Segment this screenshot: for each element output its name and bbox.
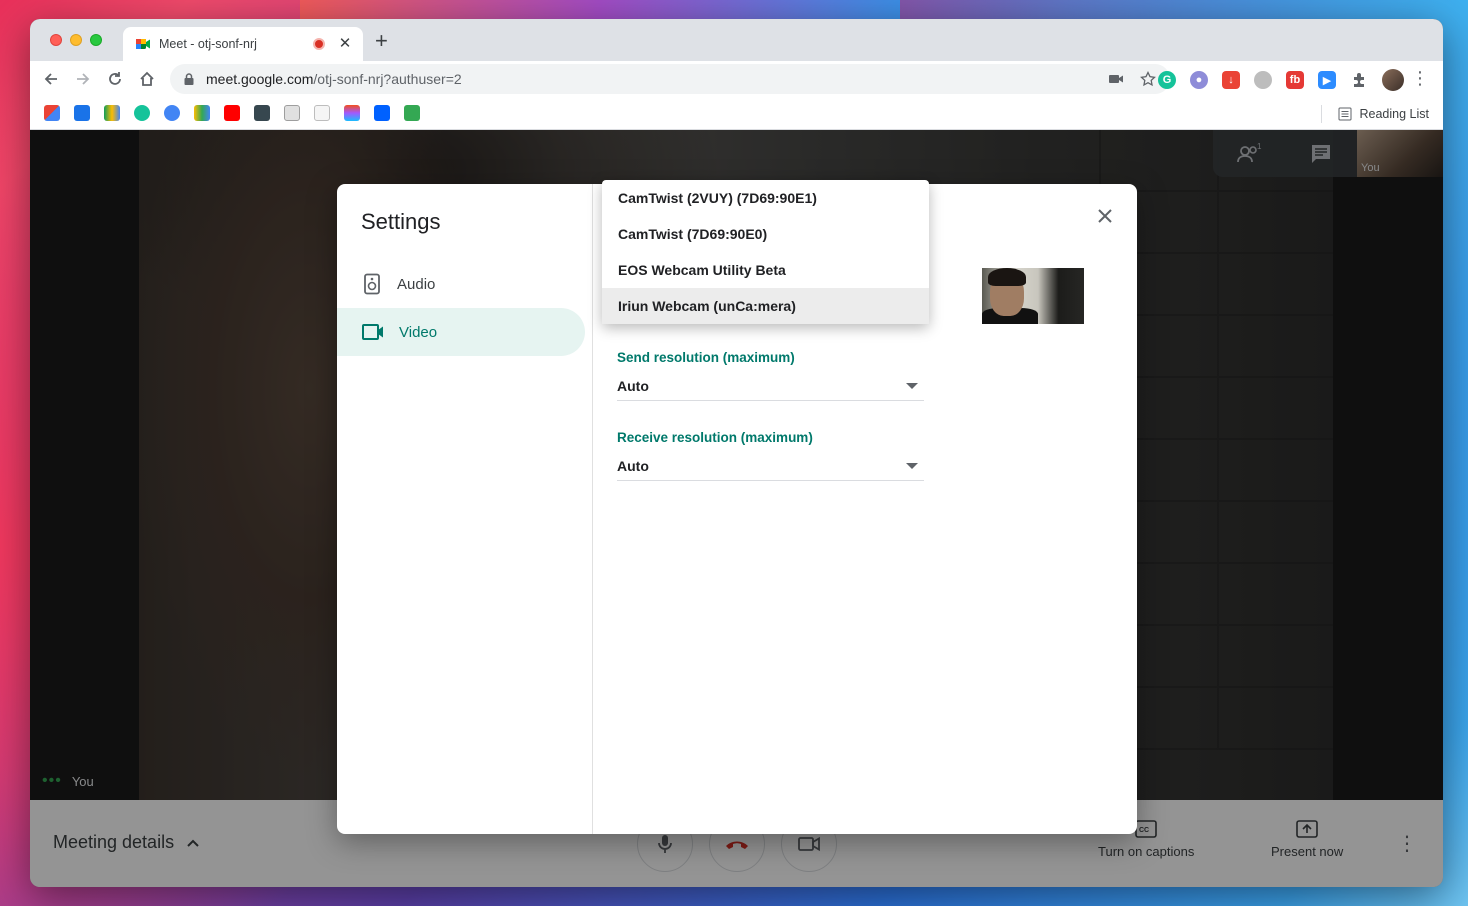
camera-option[interactable]: CamTwist (2VUY) (7D69:90E1) — [602, 180, 929, 216]
browser-window: Meet - otj-sonf-nrj ✕ + meet.google.com … — [30, 19, 1443, 887]
extensions-puzzle-icon[interactable] — [1350, 71, 1368, 89]
figma-bookmark-icon[interactable] — [344, 105, 360, 121]
bookmark-icon-13[interactable] — [404, 105, 420, 121]
receive-resolution-value: Auto — [617, 457, 649, 474]
preview-person-hair — [988, 268, 1026, 286]
grammarly-bookmark-icon[interactable] — [134, 105, 150, 121]
speaker-icon — [364, 273, 380, 295]
ads-bookmark-icon[interactable] — [194, 105, 210, 121]
download-extension-icon[interactable]: ↓ — [1222, 71, 1240, 89]
browser-tab[interactable]: Meet - otj-sonf-nrj ✕ — [123, 27, 363, 61]
zoom-window-button[interactable] — [90, 34, 102, 46]
tab-strip: Meet - otj-sonf-nrj ✕ + — [30, 19, 1443, 61]
settings-title: Settings — [361, 209, 441, 234]
reading-list-button[interactable]: Reading List — [1320, 105, 1430, 123]
settings-nav-audio[interactable]: Audio — [337, 260, 585, 308]
grammarly-extension-icon[interactable]: G — [1158, 71, 1176, 89]
forward-button[interactable] — [71, 67, 95, 91]
dropdown-caret-icon — [906, 382, 918, 389]
videocam-icon — [362, 324, 383, 340]
bookmark-icon-2[interactable] — [74, 105, 90, 121]
new-tab-button[interactable]: + — [375, 30, 388, 52]
forward-arrow-icon — [77, 73, 90, 85]
extension-red-icon[interactable]: fb — [1286, 71, 1304, 89]
lock-icon — [184, 73, 194, 85]
receive-resolution-select[interactable]: Auto — [617, 451, 924, 481]
reading-list-label: Reading List — [1359, 107, 1430, 121]
send-resolution-label: Send resolution (maximum) — [617, 350, 795, 365]
reload-button[interactable] — [103, 67, 127, 91]
browser-menu-icon[interactable]: ⋮ — [1411, 69, 1429, 87]
receive-resolution-label: Receive resolution (maximum) — [617, 430, 813, 445]
back-button[interactable] — [39, 67, 63, 91]
extension-cylinder-icon[interactable] — [1254, 71, 1272, 89]
settings-nav-audio-label: Audio — [397, 275, 436, 293]
send-resolution-value: Auto — [617, 377, 649, 394]
bookmarks-bar: Reading List — [30, 97, 1443, 130]
close-icon — [1098, 209, 1112, 223]
browser-toolbar: meet.google.com /otj-sonf-nrj?authuser=2… — [30, 61, 1443, 97]
url-path: /otj-sonf-nrj?authuser=2 — [313, 71, 462, 87]
settings-sidebar: Settings Audio Video — [337, 184, 593, 834]
bookmark-icon-10[interactable] — [314, 105, 330, 121]
tab-close-icon[interactable]: ✕ — [337, 36, 353, 52]
drive-bookmark-icon[interactable] — [104, 105, 120, 121]
reload-icon — [109, 72, 121, 85]
settings-nav-video-label: Video — [399, 323, 438, 341]
camera-option[interactable]: CamTwist (7D69:90E0) — [602, 216, 929, 252]
close-dialog-button[interactable] — [1093, 204, 1117, 228]
meet-favicon-icon — [136, 39, 150, 49]
close-window-button[interactable] — [50, 34, 62, 46]
bookmark-icon-9[interactable] — [284, 105, 300, 121]
address-bar[interactable]: meet.google.com /otj-sonf-nrj?authuser=2 — [170, 64, 1170, 94]
youtube-bookmark-icon[interactable] — [224, 105, 240, 121]
dropdown-caret-icon — [906, 462, 918, 469]
reading-list-divider — [1320, 105, 1322, 123]
profile-avatar[interactable] — [1382, 69, 1404, 91]
home-button[interactable] — [135, 67, 159, 91]
camera-preview — [982, 268, 1084, 324]
recording-indicator-icon — [313, 38, 325, 50]
settings-nav-video[interactable]: Video — [337, 308, 585, 356]
extension-circle-icon[interactable]: ● — [1190, 71, 1208, 89]
home-icon — [140, 71, 154, 86]
bookmark-icon-8[interactable] — [254, 105, 270, 121]
camera-option[interactable]: EOS Webcam Utility Beta — [602, 252, 929, 288]
camera-in-use-icon[interactable] — [1108, 71, 1124, 87]
camera-option-selected[interactable]: Iriun Webcam (unCa:mera) — [602, 288, 929, 324]
url-host: meet.google.com — [206, 71, 314, 87]
back-arrow-icon — [44, 73, 57, 85]
send-resolution-select[interactable]: Auto — [617, 371, 924, 401]
tab-title: Meet - otj-sonf-nrj — [159, 37, 257, 51]
gmail-bookmark-icon[interactable] — [44, 105, 60, 121]
dropbox-bookmark-icon[interactable] — [374, 105, 390, 121]
camera-select-dropdown: CamTwist (2VUY) (7D69:90E1) CamTwist (7D… — [602, 180, 929, 324]
reading-list-icon — [1338, 107, 1351, 121]
bookmark-icon-5[interactable] — [164, 105, 180, 121]
zoom-extension-icon[interactable]: ▶ — [1318, 71, 1336, 89]
bookmark-star-icon[interactable] — [1140, 71, 1156, 87]
minimize-window-button[interactable] — [70, 34, 82, 46]
